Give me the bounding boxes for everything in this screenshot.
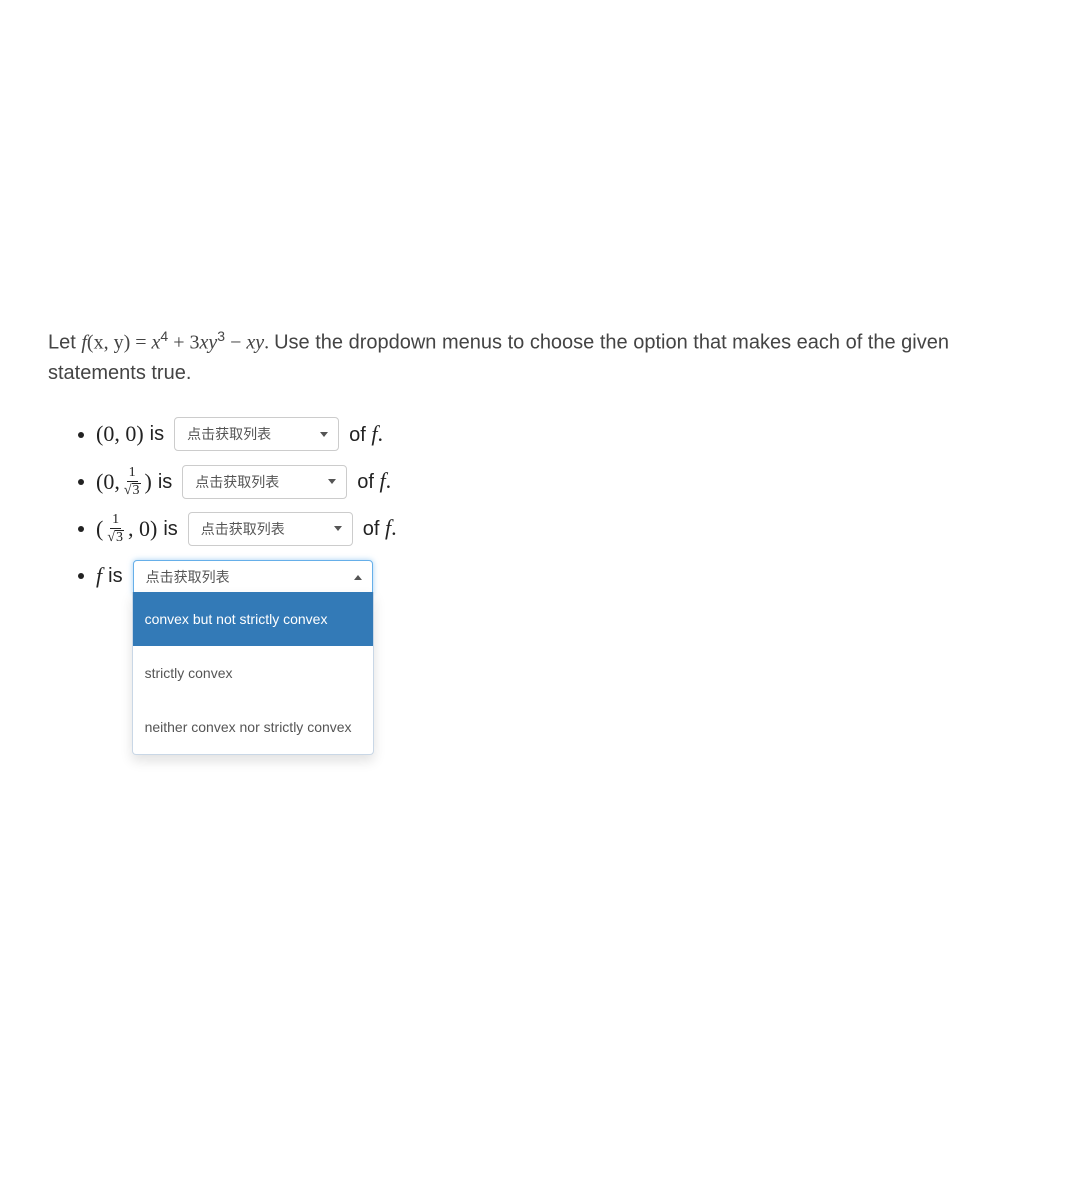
chevron-down-icon [328,479,336,484]
prompt-sup3: 3 [217,328,225,344]
question-prompt: Let f(x, y) = x4 + 3xy3 − xy. Use the dr… [48,326,1037,388]
point-label-r30: ( 1 √3 , 0) is [96,511,178,547]
prompt-pre: Let [48,332,81,354]
chevron-up-icon [354,575,362,580]
prompt-minus: − [225,332,246,354]
statement-list: (0, 0) is 点击获取列表 of f. (0, [48,416,1037,594]
dropdown-f-is[interactable]: 点击获取列表 [133,560,373,594]
dropdown-point-0r3[interactable]: 点击获取列表 [182,465,347,499]
list-item: f is 点击获取列表 convex but not strictly conv… [96,557,1037,594]
dropdown-option-neither[interactable]: neither convex nor strictly convex [133,700,373,754]
list-item: ( 1 √3 , 0) is 点击获取列表 of f. [96,510,1037,547]
list-item: (0, 0) is 点击获取列表 of f. [96,416,1037,453]
fraction-icon: 1 √3 [122,466,143,498]
after-text-r30: of f. [363,510,397,547]
dropdown-placeholder: 点击获取列表 [146,559,230,595]
dropdown-placeholder: 点击获取列表 [187,416,271,452]
dropdown-option-convex-not-strict[interactable]: convex but not strictly convex [133,592,373,646]
prompt-period: . [264,332,274,354]
dropdown-panel: convex but not strictly convex strictly … [132,592,374,755]
chevron-down-icon [320,432,328,437]
prompt-lhs: (x, y) = [87,332,152,354]
dropdown-placeholder: 点击获取列表 [201,511,285,547]
dropdown-point-00[interactable]: 点击获取列表 [174,417,339,451]
chevron-down-icon [334,526,342,531]
list-item: (0, 1 √3 ) is 点击获取列表 of f. [96,463,1037,500]
point-label-00: (0, 0) is [96,416,164,452]
point-label-0r3: (0, 1 √3 ) is [96,464,172,500]
dropdown-point-r30[interactable]: 点击获取列表 [188,512,353,546]
fraction-icon: 1 √3 [105,513,126,545]
dropdown-placeholder: 点击获取列表 [195,464,279,500]
prompt-plus3: + 3 [168,332,199,354]
page-container: Let f(x, y) = x4 + 3xy3 − xy. Use the dr… [0,0,1085,1200]
dropdown-option-strictly-convex[interactable]: strictly convex [133,646,373,700]
after-text-00: of f. [349,416,383,453]
question-content: Let f(x, y) = x4 + 3xy3 − xy. Use the dr… [48,0,1037,594]
f-is-label: f is [96,558,123,594]
after-text-0r3: of f. [357,463,391,500]
prompt-xy2: xy [246,332,264,354]
prompt-xy: xy [200,332,218,354]
